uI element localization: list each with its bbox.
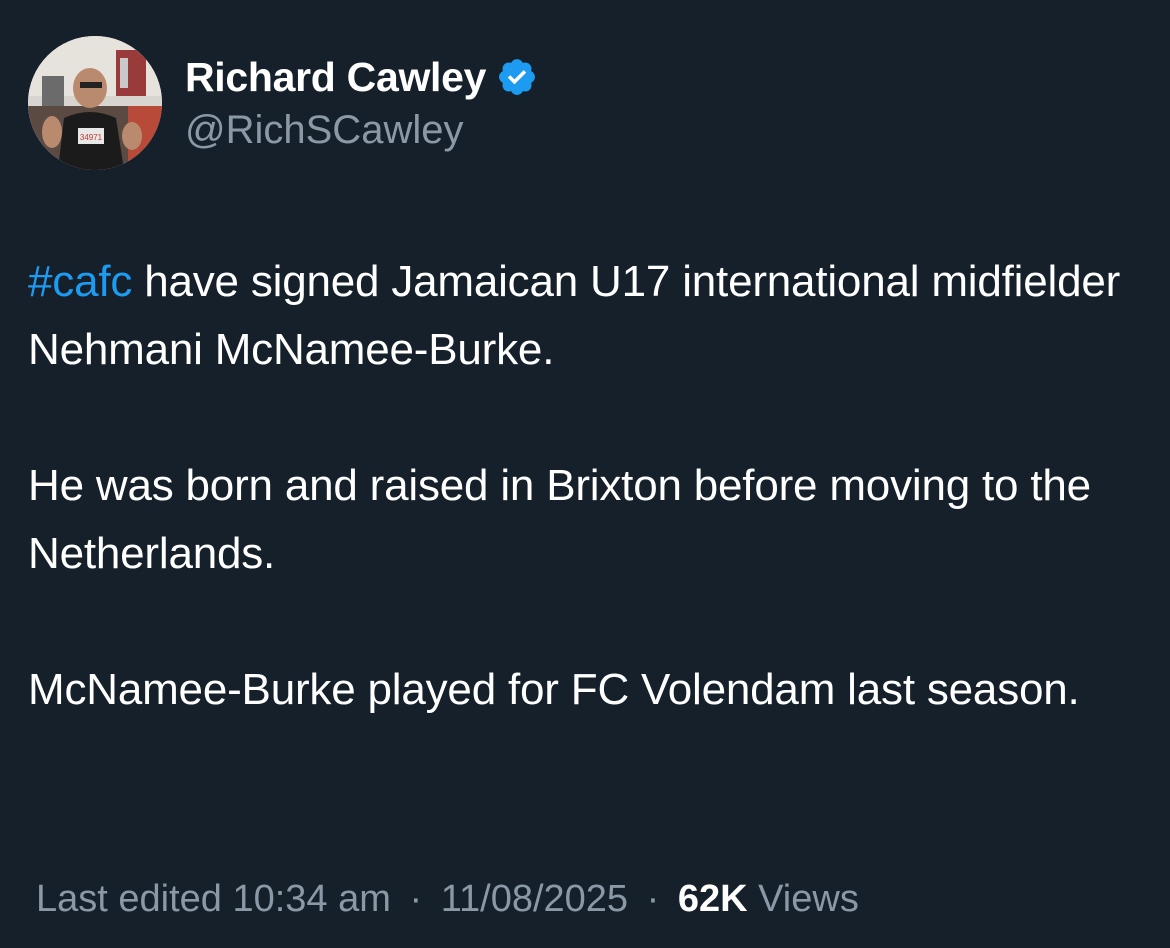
user-handle[interactable]: @RichSCawley [185,108,538,153]
svg-text:34971: 34971 [80,133,103,142]
paragraph-1-text: have signed Jamaican U17 international m… [28,257,1121,374]
display-name[interactable]: Richard Cawley [185,54,486,101]
verified-badge-icon[interactable] [496,56,538,98]
hashtag-link[interactable]: #cafc [28,257,132,306]
profile-photo-icon: 34971 [28,36,162,170]
tweet-card: 34971 Richard Cawley @RichSCawley #cafc … [0,0,1170,948]
tweet-paragraph-1: #cafc have signed Jamaican U17 internati… [28,248,1143,384]
meta-separator: · [646,878,660,920]
post-date[interactable]: 11/08/2025 [441,878,628,920]
avatar[interactable]: 34971 [28,36,162,170]
views-count[interactable]: 62K [678,878,748,920]
tweet-paragraph-2: He was born and raised in Brixton before… [28,461,1091,578]
tweet-paragraph-3: McNamee-Burke played for FC Volendam las… [28,665,1080,714]
edited-timestamp[interactable]: Last edited 10:34 am [36,878,391,920]
author-block: Richard Cawley @RichSCawley [185,52,538,153]
meta-separator: · [409,878,423,920]
tweet-text: #cafc have signed Jamaican U17 internati… [28,248,1143,724]
tweet-meta: Last edited 10:34 am · 11/08/2025 · 62K … [36,878,859,921]
name-row: Richard Cawley [185,52,538,102]
views-label: Views [758,878,859,920]
